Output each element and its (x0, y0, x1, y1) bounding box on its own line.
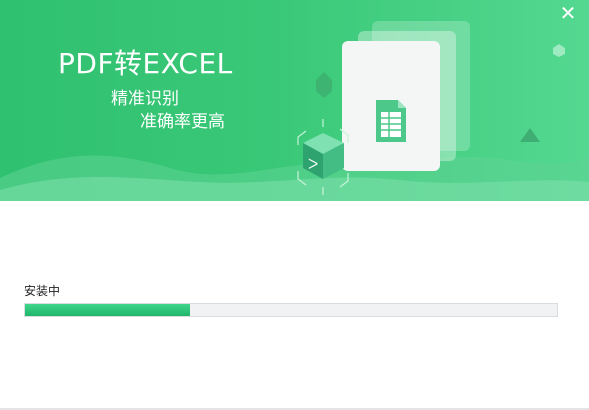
close-icon: ✕ (559, 1, 577, 25)
triangle-icon (520, 128, 540, 142)
header-banner: PDF转EXCEL 精准识别 准确率更高 ᐳ (0, 0, 589, 201)
progress-fill (25, 304, 190, 316)
install-status-label: 安装中 (24, 284, 61, 298)
svg-text:ᐳ: ᐳ (308, 157, 318, 173)
app-title: PDF转EXCEL (58, 47, 233, 80)
pdf-cube-icon: ᐳ (297, 119, 349, 195)
slogan-line-2: 准确率更高 (140, 112, 225, 132)
install-progress-bar (24, 303, 558, 317)
excel-document-icon: ᐳ (297, 21, 470, 195)
gem-icon (553, 44, 565, 57)
slogan-line-1: 精准识别 (111, 89, 179, 109)
close-button[interactable]: ✕ (557, 2, 579, 24)
